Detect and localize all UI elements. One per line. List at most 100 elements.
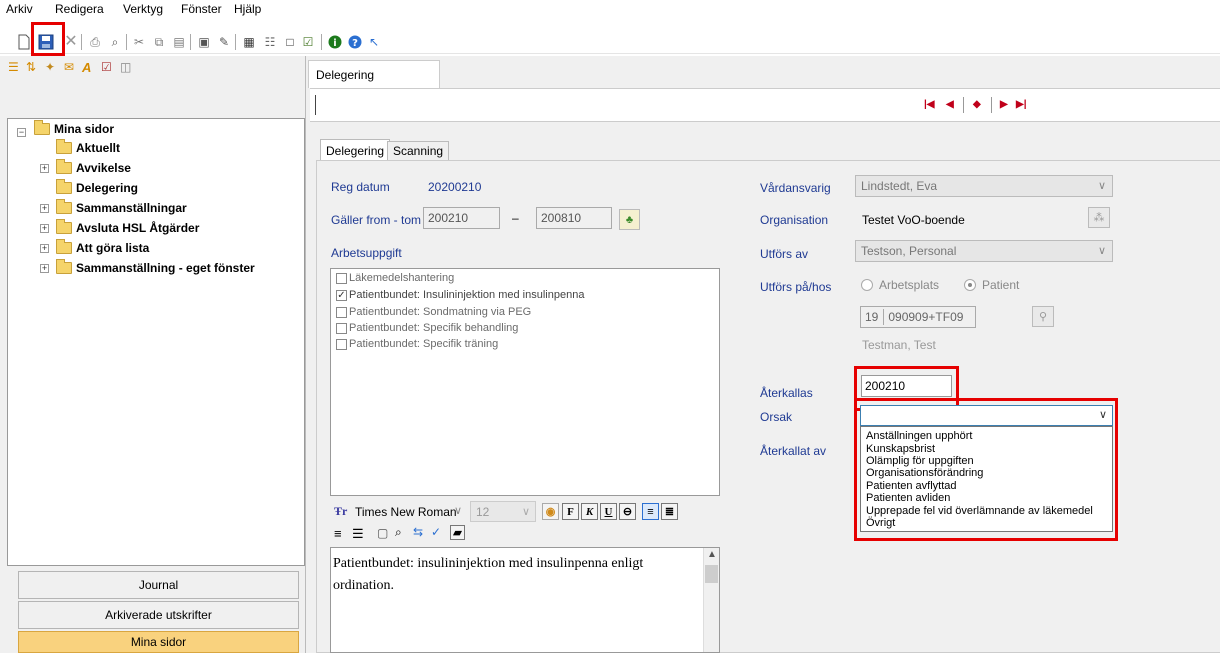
expand-icon[interactable]: + [40,204,49,213]
tree-item-avvikelse[interactable]: Avvikelse [56,159,131,177]
tree-root-mina-sidor[interactable]: Mina sidor [34,120,114,138]
vardansvarig-select[interactable]: Lindstedt, Eva ∨ [855,175,1113,197]
scroll-thumb[interactable] [705,565,718,583]
font-size-select[interactable]: 12 ∨ [470,501,536,522]
delete-icon[interactable]: ✕ [63,34,79,50]
task-checkbox[interactable]: ✓ Patientbundet: Insulininjektion med ins… [336,288,584,302]
nav-arkiverade-utskrifter[interactable]: Arkiverade utskrifter [18,601,299,629]
print-icon[interactable]: ⎙ [87,34,103,50]
checkbox[interactable] [336,272,347,284]
new-document-icon[interactable] [16,34,32,50]
tree-item-aktuellt[interactable]: Aktuellt [56,139,120,157]
envelope-icon[interactable]: ✉ [64,60,74,74]
subtab-delegering[interactable]: Delegering [320,139,391,162]
utfors-av-select[interactable]: Testson, Personal ∨ [855,240,1113,262]
checkbox-checked[interactable]: ✓ [336,289,347,301]
galler-tom-field[interactable]: 200810 [536,207,612,229]
preview-icon[interactable]: ☑ [300,34,316,50]
last-record-icon[interactable]: ▶| [1016,99,1027,110]
expand-icon[interactable]: + [40,164,49,173]
tab-delegering[interactable]: Delegering [308,60,440,88]
tree-item-avsluta-hsl[interactable]: Avsluta HSL Åtgärder [56,219,199,237]
sign-icon[interactable]: ▦ [241,34,257,50]
next-record-icon[interactable]: ▶ [1000,99,1008,110]
subtab-scanning[interactable]: Scanning [387,141,450,161]
spellcheck-icon[interactable]: ✓ [431,525,441,539]
checklist-icon[interactable]: ☑ [101,60,112,74]
radio-button-selected[interactable] [964,279,976,291]
expand-icon[interactable]: + [40,244,49,253]
info-icon[interactable]: i [327,34,343,50]
patient-search-icon[interactable]: ⚲ [1032,306,1054,327]
align-center-icon[interactable]: ≣ [661,503,678,520]
menu-verktyg[interactable]: Verktyg [123,2,163,16]
replace-icon[interactable]: ⇆ [413,525,423,539]
find-text-icon[interactable]: ⌕ [395,525,402,540]
bold-button[interactable]: F [562,503,579,520]
underline-button[interactable]: U [600,503,617,520]
insert-document-icon[interactable]: ▢ [377,526,388,540]
italic-button[interactable]: K [581,503,598,520]
menu-hjalp[interactable]: Hjälp [234,2,261,16]
document-icon[interactable]: □ [282,34,298,50]
menu-redigera[interactable]: Redigera [55,2,104,16]
register-icon[interactable]: ☷ [262,34,278,50]
copy-icon[interactable]: ⧉ [151,34,167,50]
radio-patient[interactable]: Patient [964,278,1019,292]
radio-arbetsplats[interactable]: Arbetsplats [861,278,939,292]
folder-icon [56,239,72,254]
align-right-icon[interactable]: ≡ [334,526,342,541]
color-palette-icon[interactable]: ◉ [542,503,559,520]
align-left-icon[interactable]: ≡ [642,503,659,520]
print-preview-icon[interactable]: ▣ [196,34,212,50]
editor-content[interactable]: Patientbundet: insulininjektion med insu… [333,553,701,597]
font-dropdown-arrow[interactable]: ∨ [454,504,462,517]
tree-item-sammanstallning-eget[interactable]: Sammanställning - eget fönster [56,259,255,277]
task-checkbox[interactable]: Patientbundet: Specifik behandling [336,321,518,335]
insert-image-icon[interactable]: ▰ [450,525,465,540]
expand-icon[interactable]: + [40,264,49,273]
editor-scrollbar[interactable]: ▲ [703,548,719,652]
task-checkbox[interactable]: Patientbundet: Specifik träning [336,337,498,351]
checkbox[interactable] [336,322,347,334]
cut-icon[interactable]: ✂ [131,34,147,50]
radio-button[interactable] [861,279,873,291]
checkbox[interactable] [336,306,347,318]
task-checkbox[interactable]: Patientbundet: Sondmatning via PEG [336,305,531,319]
previous-record-icon[interactable]: ◀ [946,99,954,110]
list-icon[interactable]: ☰ [8,60,19,74]
strikethrough-icon[interactable]: ⊖ [619,503,636,520]
collapse-icon[interactable]: − [17,128,26,137]
galler-from-field[interactable]: 200210 [423,207,500,229]
star-folder-icon[interactable]: ✦ [45,60,55,74]
tree-item-delegering[interactable]: Delegering [56,179,138,197]
tree-item-sammanstallningar[interactable]: Sammanställningar [56,199,187,217]
tree-item-att-gora-lista[interactable]: Att göra lista [56,239,149,257]
personnummer-field[interactable]: 19 090909+TF09 [860,306,976,328]
calendar-icon[interactable]: ♣ [619,209,640,230]
chevron-down-icon: ∨ [1097,180,1106,192]
menu-arkiv[interactable]: Arkiv [6,2,33,16]
help-icon[interactable]: ? [347,34,363,50]
task-checkbox[interactable]: Läkemedelshantering [336,271,454,285]
bullet-list-icon[interactable]: ☰ [352,526,364,542]
expand-icon[interactable]: + [40,224,49,233]
edit-icon[interactable]: ✎ [216,34,232,50]
find-icon[interactable]: ⌕ [107,34,123,50]
text-editor[interactable]: Patientbundet: insulininjektion med insu… [330,547,720,653]
sort-icon[interactable]: ⇅ [26,60,36,74]
first-record-icon[interactable]: |◀ [924,99,935,110]
utfors-av-label: Utförs av [760,247,809,261]
whats-this-icon[interactable]: ↖ [366,34,382,50]
nav-mina-sidor[interactable]: Mina sidor [18,631,299,653]
scroll-up-icon[interactable]: ▲ [707,549,717,560]
reg-datum-label: Reg datum [331,180,390,194]
nav-journal[interactable]: Journal [18,571,299,599]
current-record-icon[interactable]: ◆ [973,99,981,110]
paste-icon[interactable]: ▤ [171,34,187,50]
checkbox[interactable] [336,338,347,350]
font-a-icon[interactable]: A [82,60,91,75]
organisation-picker-icon[interactable]: ⁂ [1088,207,1110,228]
book-icon[interactable]: ◫ [120,60,131,74]
menu-fonster[interactable]: Fönster [181,2,222,16]
